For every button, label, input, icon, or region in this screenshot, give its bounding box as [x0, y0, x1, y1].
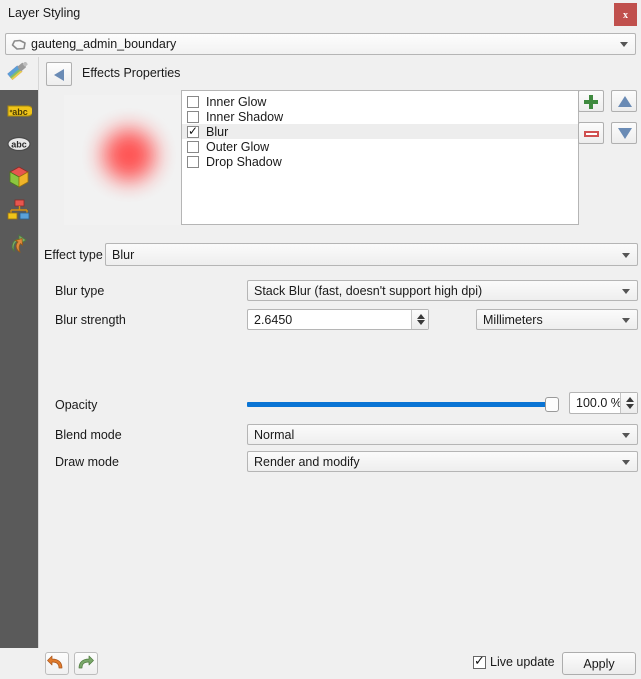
- blend-mode-value: Normal: [254, 428, 295, 442]
- chevron-down-icon: [622, 288, 630, 294]
- effect-preview: [64, 95, 194, 225]
- live-update-label[interactable]: Live update: [490, 655, 555, 669]
- undo-button[interactable]: [45, 652, 69, 675]
- action-arrow-icon: [7, 231, 31, 258]
- blurred-red-circle-icon: [103, 129, 155, 181]
- list-item[interactable]: Outer Glow: [182, 139, 578, 154]
- panel-header: Effects Properties: [43, 61, 638, 87]
- blur-strength-input[interactable]: 2.6450: [247, 309, 429, 330]
- cube-3d-icon: [7, 165, 31, 192]
- effect-label: Blur: [206, 124, 229, 139]
- effect-label: Inner Shadow: [206, 109, 284, 124]
- effect-checkbox[interactable]: [187, 110, 199, 123]
- diagram-icon: [7, 198, 31, 225]
- blend-mode-combo[interactable]: Normal: [247, 424, 638, 445]
- opacity-label: Opacity: [55, 398, 98, 412]
- list-item[interactable]: Inner Shadow: [182, 109, 578, 124]
- chevron-down-icon: [622, 432, 630, 438]
- polygon-layer-icon: [11, 38, 27, 52]
- blur-strength-unit-combo[interactable]: Millimeters: [476, 309, 638, 330]
- draw-mode-combo[interactable]: Render and modify: [247, 451, 638, 472]
- close-button[interactable]: x: [614, 3, 637, 26]
- sidebar-item-labels[interactable]: abc: [3, 96, 35, 128]
- stepper-up-icon: [626, 397, 634, 402]
- apply-button[interactable]: Apply: [562, 652, 636, 675]
- sidebar-item-masks[interactable]: abc: [3, 129, 35, 161]
- back-arrow-icon: [54, 69, 64, 81]
- move-down-button[interactable]: [611, 122, 637, 144]
- triangle-up-icon: [618, 96, 632, 107]
- list-item[interactable]: Inner Glow: [182, 94, 578, 109]
- triangle-down-icon: [618, 128, 632, 139]
- stepper-up-icon: [417, 314, 425, 319]
- remove-effect-button[interactable]: [578, 122, 604, 144]
- blur-type-combo[interactable]: Stack Blur (fast, doesn't support high d…: [247, 280, 638, 301]
- sidebar-item-actions[interactable]: [3, 228, 35, 260]
- sidebar-item-3d-view[interactable]: [3, 162, 35, 194]
- blur-strength-value: 2.6450: [254, 313, 293, 327]
- opacity-slider-handle[interactable]: [545, 397, 559, 412]
- opacity-slider[interactable]: [247, 394, 567, 415]
- mask-abc-icon: abc: [6, 136, 32, 155]
- label-abc-icon: abc: [6, 103, 34, 122]
- effect-label: Drop Shadow: [206, 154, 282, 169]
- page-title: Effects Properties: [82, 66, 181, 80]
- effects-content-panel: Effects Properties Inner Glow Inner Shad…: [38, 57, 641, 648]
- move-up-button[interactable]: [611, 90, 637, 112]
- blur-type-value: Stack Blur (fast, doesn't support high d…: [254, 284, 483, 298]
- live-update-checkbox[interactable]: [473, 653, 486, 669]
- effect-label: Outer Glow: [206, 139, 270, 154]
- add-effect-button[interactable]: [578, 90, 604, 112]
- undo-arrow-icon: [46, 655, 66, 675]
- svg-text:abc: abc: [11, 139, 27, 149]
- effects-list[interactable]: Inner Glow Inner Shadow Blur Outer Glow …: [181, 90, 579, 225]
- blend-mode-label: Blend mode: [55, 428, 122, 442]
- effect-type-value: Blur: [112, 248, 135, 262]
- back-button[interactable]: [46, 62, 72, 86]
- opacity-value: 100.0 %: [576, 396, 622, 410]
- redo-arrow-icon: [75, 655, 95, 675]
- opacity-slider-track: [247, 402, 559, 407]
- blur-strength-unit-value: Millimeters: [483, 313, 543, 327]
- chevron-down-icon: [622, 317, 630, 323]
- draw-mode-label: Draw mode: [55, 455, 119, 469]
- effect-checkbox[interactable]: [187, 95, 199, 108]
- sidebar-item-symbology[interactable]: [5, 61, 35, 88]
- chevron-down-icon: [620, 42, 628, 47]
- layer-selector-combo[interactable]: gauteng_admin_boundary: [5, 33, 636, 55]
- effect-label: Inner Glow: [206, 94, 267, 109]
- blur-strength-stepper[interactable]: [411, 310, 428, 329]
- draw-mode-value: Render and modify: [254, 455, 360, 469]
- stepper-down-icon: [417, 320, 425, 325]
- effect-checkbox[interactable]: [187, 155, 199, 168]
- minus-icon: [584, 131, 599, 137]
- list-item[interactable]: Drop Shadow: [182, 154, 578, 169]
- effect-checkbox[interactable]: [187, 124, 199, 138]
- redo-button[interactable]: [74, 652, 98, 675]
- stepper-down-icon: [626, 404, 634, 409]
- svg-text:abc: abc: [12, 107, 28, 117]
- blur-type-label: Blur type: [55, 284, 105, 298]
- effect-type-combo[interactable]: Blur: [105, 243, 638, 266]
- effect-type-label: Effect type: [44, 248, 103, 262]
- list-item[interactable]: Blur: [182, 124, 578, 139]
- opacity-stepper[interactable]: [620, 393, 637, 413]
- effect-checkbox[interactable]: [187, 140, 199, 153]
- chevron-down-icon: [622, 252, 630, 258]
- title-bar: Layer Styling x: [0, 0, 641, 29]
- opacity-input[interactable]: 100.0 %: [569, 392, 638, 414]
- layer-name-label: gauteng_admin_boundary: [31, 37, 177, 51]
- sidebar-item-diagrams[interactable]: [3, 195, 35, 227]
- blur-strength-label: Blur strength: [55, 313, 126, 327]
- window-title: Layer Styling: [8, 6, 81, 20]
- chevron-down-icon: [622, 459, 630, 465]
- bottom-bar: Live update Apply: [0, 648, 641, 679]
- sidebar-rail: abc abc: [0, 90, 38, 648]
